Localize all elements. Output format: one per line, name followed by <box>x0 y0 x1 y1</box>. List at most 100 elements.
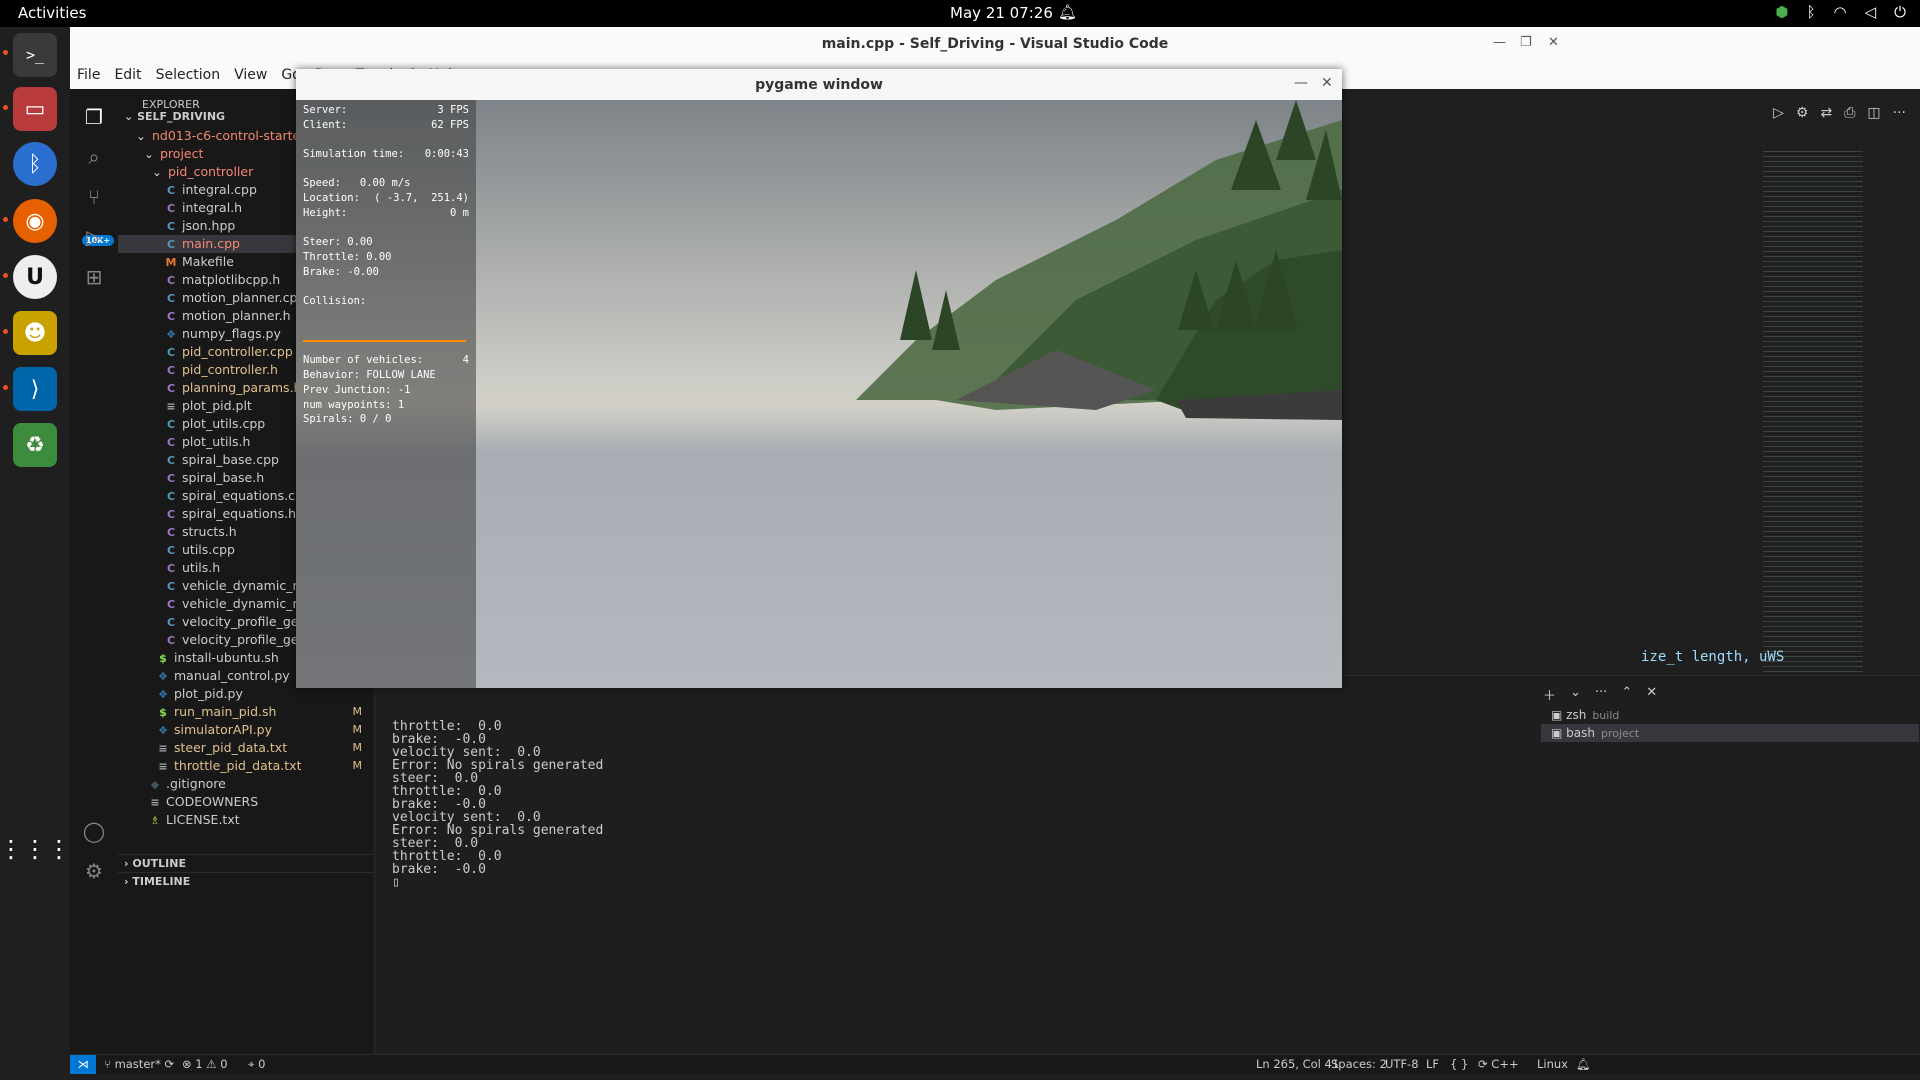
file-item[interactable]: ≡ CODEOWNERS <box>118 793 374 811</box>
file-label: matplotlibcpp.h <box>182 272 281 287</box>
settings-icon[interactable]: ⚙ <box>1796 105 1809 121</box>
show-apps-icon[interactable]: ⋮⋮⋮ <box>0 827 71 871</box>
minimize-icon[interactable]: — <box>1294 75 1308 91</box>
header-file-icon: C <box>166 436 176 449</box>
maximize-panel-icon[interactable]: ⌃ <box>1621 685 1632 704</box>
minimap[interactable] <box>1763 149 1863 689</box>
hud-height-label: Height: <box>303 207 348 219</box>
files-icon[interactable]: ▭ <box>13 87 57 131</box>
terminal-icon[interactable]: >_ <box>13 33 57 77</box>
run-icon[interactable]: ▷ <box>1773 105 1784 121</box>
run-debug-icon[interactable]: ▷ <box>70 217 118 257</box>
terminal-line: brake: -0.0 <box>392 862 486 877</box>
line-ending[interactable]: LF <box>1426 1057 1439 1071</box>
file-label: .gitignore <box>166 776 226 791</box>
language-mode[interactable]: ⟳ C++ <box>1478 1057 1519 1071</box>
terminal-session-list: ▣ zsh build ▣ bash project <box>1541 706 1919 742</box>
terminal-panel[interactable]: throttle: 0.0 brake: -0.0 velocity sent: 0… <box>375 675 1920 1055</box>
indentation[interactable]: Spaces: 2 <box>1331 1057 1387 1071</box>
extensions-icon[interactable]: ⊞ <box>70 257 118 297</box>
more-icon[interactable]: ··· <box>1595 685 1607 704</box>
close-icon[interactable]: ✕ <box>1321 75 1333 91</box>
file-label: CODEOWNERS <box>166 794 259 809</box>
terminal-icon: ▣ <box>1551 726 1563 740</box>
timeline-section[interactable]: › TIMELINE <box>118 872 374 891</box>
bluetooth-app-icon[interactable]: ᛒ <box>13 142 57 186</box>
explorer-icon[interactable]: ❐ <box>70 97 118 137</box>
file-item[interactable]: ≡ steer_pid_data.txt M <box>118 739 374 757</box>
file-item[interactable]: ❖ simulatorAPI.py M <box>118 721 374 739</box>
simulation-view[interactable]: Server: 3 FPS Client: 62 FPS Simulation … <box>296 100 1342 688</box>
compare-icon[interactable]: ⇄ <box>1820 105 1832 121</box>
encoding[interactable]: UTF-8 <box>1385 1057 1419 1071</box>
file-label: pid_controller.h <box>182 362 278 377</box>
system-tray[interactable]: ⬢ ᛒ ◠ ◁ ⏻ <box>1775 3 1906 21</box>
top-bar: Activities May 21 07:26 🔔︎ ⬢ ᛒ ◠ ◁ ⏻ <box>0 0 1920 27</box>
outline-section[interactable]: › OUTLINE <box>118 854 374 873</box>
file-item[interactable]: ◆ .gitignore <box>118 775 374 793</box>
menu-file[interactable]: File <box>70 63 107 89</box>
activities-button[interactable]: Activities <box>18 4 86 22</box>
cpp-file-icon: C <box>166 238 176 251</box>
minimize-icon[interactable]: — <box>1493 35 1506 50</box>
pygame-window[interactable]: pygame window — ✕ Server: 3 FPS Client: … <box>296 69 1342 688</box>
menu-edit[interactable]: Edit <box>107 63 148 89</box>
account-icon[interactable]: ◯ <box>70 811 118 851</box>
braces-icon[interactable]: { } <box>1450 1057 1468 1071</box>
maximize-icon[interactable]: ❐ <box>1520 35 1532 50</box>
hud-collision: Collision: <box>303 295 367 307</box>
split-editor-icon[interactable]: ◫ <box>1867 105 1880 121</box>
header-file-icon: C <box>166 274 176 287</box>
file-label: plot_utils.cpp <box>182 416 266 431</box>
close-panel-icon[interactable]: ✕ <box>1646 685 1657 704</box>
branch-indicator[interactable]: ⑂ master* ⟳ <box>104 1057 174 1071</box>
search-icon[interactable]: ⌕ <box>70 137 118 177</box>
cpp-file-icon: C <box>166 490 176 503</box>
more-icon[interactable]: ··· <box>1893 105 1906 121</box>
print-icon[interactable]: ⎙ <box>1844 105 1855 121</box>
chevron-down-icon[interactable]: ⌄ <box>1570 685 1581 704</box>
close-icon[interactable]: ✕ <box>1548 35 1559 50</box>
hud-speed: Speed: 0.00 m/s <box>303 177 411 189</box>
terminal-output[interactable]: throttle: 0.0 brake: -0.0 velocity sent: 0… <box>392 720 603 889</box>
terminal-session-zsh[interactable]: ▣ zsh build <box>1541 706 1919 724</box>
problems-indicator[interactable]: ⊗ 1 ⚠ 0 <box>182 1057 228 1071</box>
hud-server-value: 3 FPS <box>437 104 469 116</box>
text-file-icon: ≡ <box>150 796 160 809</box>
clock[interactable]: May 21 07:26 <box>950 4 1053 22</box>
os-indicator[interactable]: Linux <box>1537 1057 1568 1071</box>
menu-selection[interactable]: Selection <box>149 63 228 89</box>
firefox-icon[interactable]: ◉ <box>13 199 57 243</box>
file-item[interactable]: ≡ throttle_pid_data.txt M <box>118 757 374 775</box>
file-label: spiral_base.cpp <box>182 452 279 467</box>
file-label: planning_params.h <box>182 380 302 395</box>
file-label: structs.h <box>182 524 237 539</box>
ports-icon: ⌖ <box>248 1057 255 1071</box>
unreal-engine-icon[interactable]: U <box>13 255 57 299</box>
header-file-icon: C <box>166 202 176 215</box>
file-item[interactable]: ♗ LICENSE.txt <box>118 811 374 829</box>
menu-view[interactable]: View <box>227 63 274 89</box>
notifications-icon[interactable]: 🔔︎ <box>1576 1057 1591 1071</box>
gimp-icon[interactable]: ☻ <box>13 311 57 355</box>
vscode-icon[interactable]: ⟩ <box>13 367 57 411</box>
file-label: spiral_equations.h <box>182 506 297 521</box>
remote-icon[interactable]: ⋊ <box>70 1055 96 1074</box>
trash-icon[interactable]: ♻ <box>13 423 57 467</box>
cursor-position[interactable]: Ln 265, Col 41 <box>1256 1057 1339 1071</box>
file-label: pid_controller <box>168 164 254 179</box>
bell-icon: 🔔︎ <box>1058 3 1078 21</box>
file-label: install-ubuntu.sh <box>174 650 279 665</box>
hud-client-value: 62 FPS <box>431 119 469 131</box>
shell-file-icon: $ <box>159 706 167 719</box>
git-file-icon: ◆ <box>150 778 160 791</box>
settings-gear-icon[interactable]: ⚙ <box>70 851 118 891</box>
file-label: nd013-c6-control-starter <box>152 128 306 143</box>
new-terminal-icon[interactable]: ＋ <box>1543 685 1556 704</box>
python-file-icon: ❖ <box>158 724 168 737</box>
terminal-session-bash[interactable]: ▣ bash project <box>1541 724 1919 742</box>
file-label: manual_control.py <box>174 668 290 683</box>
file-item[interactable]: $ run_main_pid.sh M <box>118 703 374 721</box>
ports-indicator[interactable]: ⌖ 0 <box>248 1057 265 1072</box>
source-control-icon[interactable]: ⑂ <box>70 177 118 217</box>
